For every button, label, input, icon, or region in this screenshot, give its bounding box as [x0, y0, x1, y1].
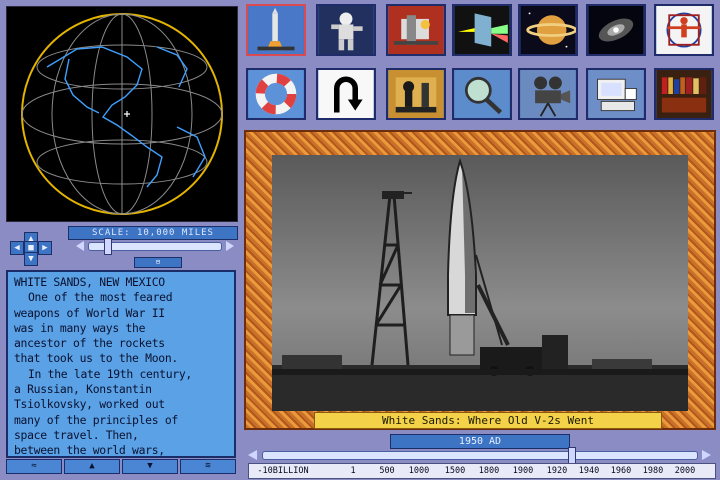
article-line: was in many ways the — [14, 320, 146, 335]
line-up-button[interactable]: ▲ — [64, 459, 120, 474]
scale-slider-thumb[interactable] — [104, 238, 112, 255]
timeline-tick: 1960 — [610, 466, 632, 476]
article-line: In the late 19th century, — [28, 366, 192, 381]
picture-caption: White Sands: Where Old V-2s Went — [314, 412, 662, 429]
article-heading: WHITE SANDS, NEW MEXICO — [14, 275, 165, 289]
article-line: that took us to the Moon. — [14, 351, 178, 366]
timeline-slider-thumb[interactable] — [567, 447, 576, 464]
timeline-tick: 1800 — [478, 466, 500, 476]
computer-printer-icon[interactable] — [586, 68, 646, 120]
timeline-tick: 2000 — [674, 466, 696, 476]
article-text-panel: WHITE SANDS, NEW MEXICO One of the most … — [6, 270, 236, 458]
timeline-tick: 1980 — [642, 466, 664, 476]
article-line: weapons of World War II — [14, 305, 165, 320]
life-preserver-icon[interactable] — [246, 68, 306, 120]
article-line: between the world wars, — [14, 443, 165, 458]
timeline-tick: 500 — [379, 466, 395, 476]
rocket-launch-icon[interactable] — [246, 4, 306, 56]
rocket-photo — [272, 155, 688, 411]
scale-decrease-arrow[interactable] — [76, 241, 84, 251]
bookshelf-icon[interactable] — [654, 68, 714, 120]
timeline-tick: 1500 — [444, 466, 466, 476]
prism-icon[interactable] — [452, 4, 512, 56]
pan-right-button[interactable]: ▶ — [38, 241, 52, 255]
zoom-toggle-button[interactable]: ⊟ — [134, 257, 182, 268]
article-line: Tsiolkovsky, worked out — [14, 397, 165, 412]
article-line: space travel. Then, — [14, 427, 139, 442]
pan-down-button[interactable]: ▼ — [24, 252, 38, 266]
space-station-icon[interactable] — [386, 4, 446, 56]
timeline-tick: 1940 — [578, 466, 600, 476]
timeline-tick: 1 — [350, 466, 356, 476]
text-scroll-controls: ≈ ▲ ▼ ≋ — [6, 459, 236, 474]
scale-increase-arrow[interactable] — [226, 241, 234, 251]
astronaut-icon[interactable] — [316, 4, 376, 56]
timeline-slider-track[interactable] — [262, 451, 698, 460]
article-line: ancestor of the rockets — [14, 336, 165, 351]
galaxy-icon[interactable] — [586, 4, 646, 56]
scale-label: SCALE: 10,000 MILES — [68, 226, 238, 240]
timeline-tick: 1920 — [546, 466, 568, 476]
article-line: One of the most feared — [28, 290, 173, 305]
page-down-button[interactable]: ≋ — [180, 459, 236, 474]
timeline-back-arrow[interactable] — [248, 450, 257, 460]
timeline-tick: 1900 — [512, 466, 534, 476]
magnifier-icon[interactable] — [452, 68, 512, 120]
vitruvian-icon[interactable] — [654, 4, 714, 56]
movie-camera-icon[interactable] — [518, 68, 578, 120]
timeline-ruler[interactable]: -10BILLION 1 500 1000 1500 1800 1900 192… — [248, 463, 716, 479]
u-turn-back-icon[interactable] — [316, 68, 376, 120]
article-line: a Russian, Konstantin — [14, 382, 152, 397]
globe-map[interactable] — [6, 6, 238, 222]
chess-pieces-icon[interactable] — [386, 68, 446, 120]
page-up-button[interactable]: ≈ — [6, 459, 62, 474]
year-display: 1950 AD — [390, 434, 570, 449]
timeline-forward-arrow[interactable] — [702, 450, 711, 460]
article-line: many of the principles of — [14, 412, 178, 427]
pan-left-button[interactable]: ◀ — [10, 241, 24, 255]
timeline-tick: 1000 — [408, 466, 430, 476]
line-down-button[interactable]: ▼ — [122, 459, 178, 474]
timeline-tick: -10BILLION — [257, 466, 309, 476]
saturn-icon[interactable] — [518, 4, 578, 56]
